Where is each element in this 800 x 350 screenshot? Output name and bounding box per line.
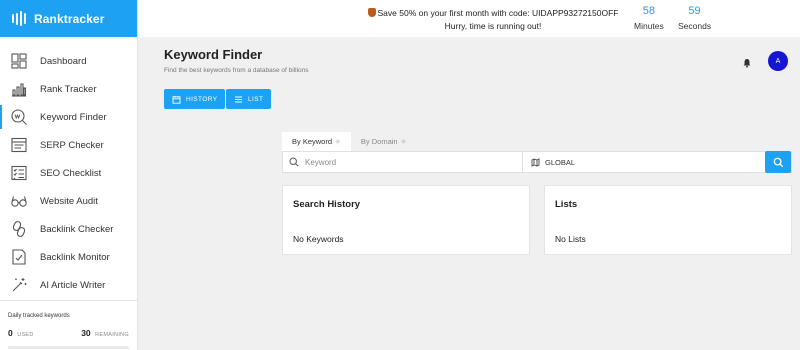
location-select[interactable]: GLOBAL (523, 152, 791, 172)
map-icon (531, 157, 540, 167)
list-icon (235, 96, 242, 102)
sidebar-item-serp-checker[interactable]: SERP Checker (0, 131, 137, 159)
sidebar-item-label: Dashboard (40, 55, 87, 67)
page-subtitle: Find the best keywords from a database o… (164, 67, 309, 74)
sidebar-item-dashboard[interactable]: Dashboard (0, 47, 137, 75)
sidebar-item-backlink-checker[interactable]: Backlink Checker (0, 215, 137, 243)
bell-icon[interactable] (742, 55, 752, 68)
dashboard-icon (10, 52, 28, 70)
keyword-input[interactable] (305, 157, 505, 167)
avatar[interactable]: A (768, 51, 788, 71)
shield-icon (367, 8, 376, 17)
card-empty-text: No Lists (555, 234, 586, 244)
promo-bar: Save 50% on your first month with code: … (138, 0, 800, 37)
tracked-keywords-counts: 0 USED 30 REMAINING (8, 323, 129, 341)
sidebar-item-label: Rank Tracker (40, 83, 97, 95)
bar-chart-icon (10, 80, 28, 98)
sidebar-item-website-audit[interactable]: Website Audit (0, 187, 137, 215)
calendar-icon (172, 95, 181, 104)
tab-by-keyword[interactable]: By Keyword ✳ (282, 132, 351, 151)
countdown-minutes: 58 Minutes (634, 5, 664, 31)
sidebar-item-label: Website Audit (40, 195, 98, 207)
promo-line-1: Save 50% on your first month with code: … (377, 8, 619, 18)
card-title: Lists (555, 199, 578, 210)
sidebar-item-label: SEO Checklist (40, 167, 102, 179)
sidebar-item-backlink-monitor[interactable]: Backlink Monitor (0, 243, 137, 271)
history-button[interactable]: HISTORY (164, 89, 226, 109)
sidebar-item-label: Backlink Monitor (40, 251, 110, 263)
list-button-label: LIST (248, 95, 264, 103)
sidebar-item-label: Keyword Finder (40, 111, 107, 123)
sidebar-item-keyword-finder[interactable]: Keyword Finder (0, 103, 137, 131)
seconds-value: 59 (688, 5, 701, 17)
search-mode-tabs: By Keyword ✳ By Domain ✳ (282, 132, 416, 151)
logo-text: Ranktracker (34, 11, 105, 26)
tab-by-domain[interactable]: By Domain ✳ (351, 132, 417, 151)
checklist-icon (10, 164, 28, 182)
sidebar-item-ai-article-writer[interactable]: AI Article Writer (0, 271, 137, 299)
promo-line-2: Hurry, time is running out! (444, 21, 542, 31)
sidebar-nav: Dashboard Rank Tracker Keyword Finder SE… (0, 37, 137, 299)
serp-icon (10, 136, 28, 154)
sparkle-icon: ✳ (400, 138, 407, 146)
sidebar-item-rank-tracker[interactable]: Rank Tracker (0, 75, 137, 103)
countdown-seconds: 59 Seconds (678, 5, 711, 31)
sidebar-item-seo-checklist[interactable]: SEO Checklist (0, 159, 137, 187)
search-icon (773, 157, 783, 167)
sidebar-item-label: Backlink Checker (40, 223, 114, 235)
monitor-icon (10, 248, 28, 266)
minutes-label: Minutes (634, 21, 664, 31)
list-button[interactable]: LIST (226, 89, 272, 109)
sidebar-item-label: AI Article Writer (40, 279, 106, 291)
search-bar: GLOBAL (282, 151, 792, 173)
keyword-input-wrapper (283, 152, 523, 172)
logo-icon (12, 11, 26, 26)
keyword-finder-icon (10, 108, 28, 126)
location-value: GLOBAL (545, 157, 576, 167)
tracked-keywords-title: Daily tracked keywords (8, 313, 70, 319)
search-history-card: Search History No Keywords (282, 185, 530, 255)
search-button[interactable] (765, 151, 791, 173)
promo-message: Save 50% on your first month with code: … (358, 7, 628, 33)
main-content: Keyword Finder Find the best keywords fr… (138, 37, 800, 350)
lists-card: Lists No Lists (544, 185, 792, 255)
sidebar: Ranktracker Dashboard Rank Tracker Keywo… (0, 0, 138, 350)
history-button-label: HISTORY (186, 95, 218, 103)
card-empty-text: No Keywords (293, 234, 344, 244)
page-title: Keyword Finder (164, 47, 263, 62)
magic-wand-icon (10, 276, 28, 294)
seconds-label: Seconds (678, 21, 712, 31)
sparkle-icon: ✳ (335, 138, 341, 146)
search-icon (289, 157, 299, 167)
card-title: Search History (293, 199, 361, 210)
used-count: 0 USED (8, 328, 34, 338)
sidebar-item-label: SERP Checker (40, 139, 104, 151)
glasses-icon (10, 192, 28, 210)
tracked-keywords-progress (8, 346, 129, 349)
link-icon (10, 220, 28, 238)
logo[interactable]: Ranktracker (0, 0, 137, 37)
remaining-count: 30 REMAINING (81, 328, 129, 338)
minutes-value: 58 (642, 5, 655, 17)
tracked-keywords-panel: Daily tracked keywords 0 USED 30 REMAINI… (0, 300, 137, 349)
